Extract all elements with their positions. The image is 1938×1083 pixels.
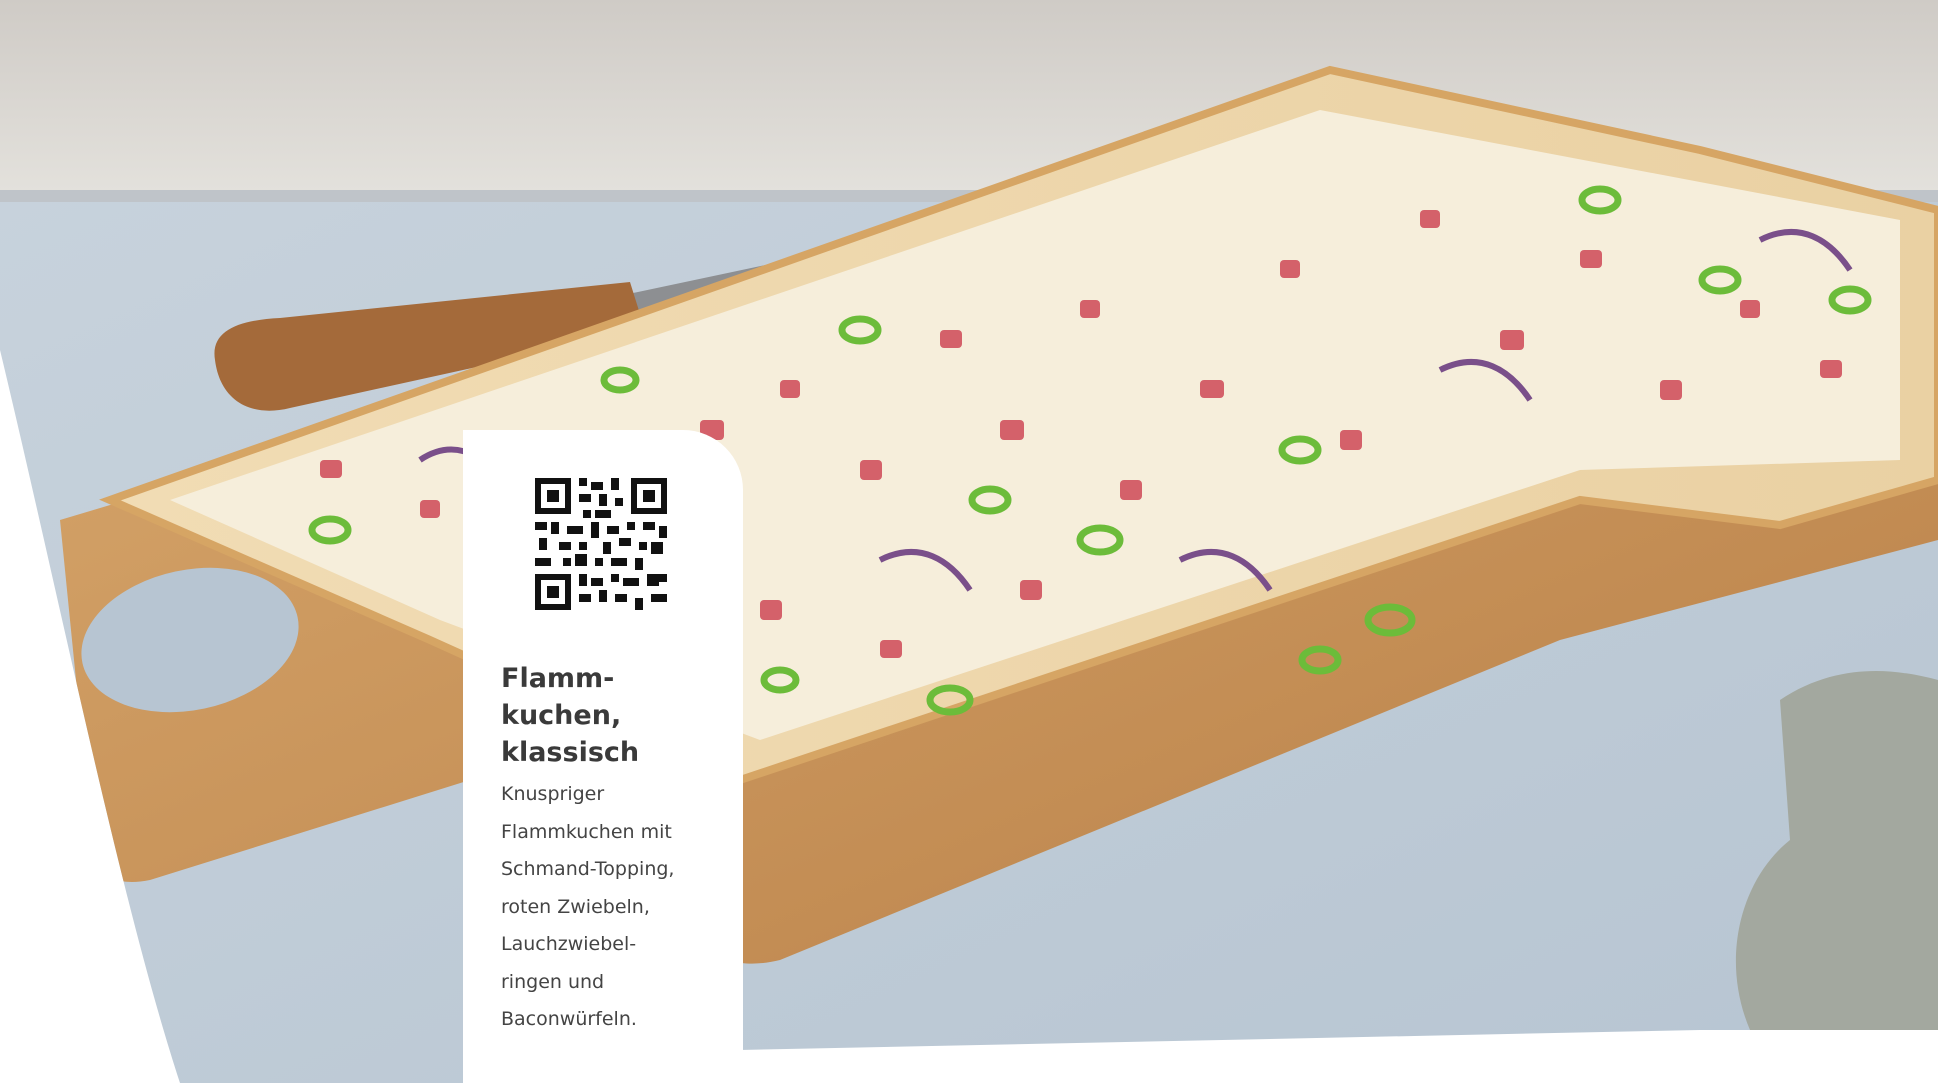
product-title-line: klassisch <box>501 737 640 768</box>
food-photo-group <box>0 0 1938 1083</box>
description-line: ringen und <box>501 970 605 993</box>
product-title-line: Flamm- <box>501 663 615 694</box>
product-description: Knuspriger Flammkuchen mit Schmand-Toppi… <box>501 776 743 1039</box>
qr-code-icon[interactable] <box>535 478 667 610</box>
description-line: Flammkuchen mit <box>501 820 672 843</box>
description-line: Knuspriger <box>501 783 605 805</box>
product-title-line: kuchen, <box>501 700 622 731</box>
description-line: Lauchzwiebel- <box>501 933 637 955</box>
product-info-card: Flamm- kuchen, klassisch Knuspriger Flam… <box>463 430 743 1083</box>
description-line: Schmand-Topping, <box>501 858 675 880</box>
product-title: Flamm- kuchen, klassisch <box>501 660 731 771</box>
description-line: roten Zwiebeln, <box>501 895 650 918</box>
product-photo <box>0 0 1938 1083</box>
description-line: Baconwürfeln. <box>501 1008 637 1030</box>
